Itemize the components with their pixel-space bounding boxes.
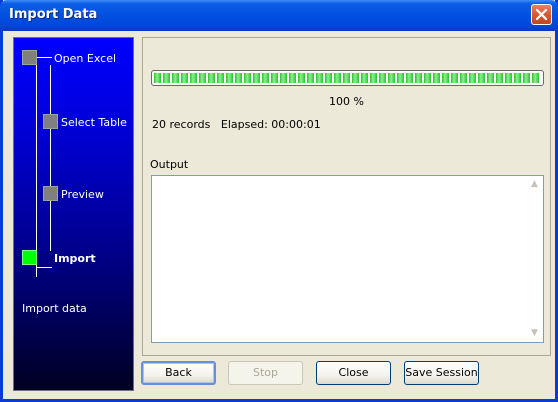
close-icon	[535, 8, 548, 21]
scroll-down-icon[interactable]: ▼	[528, 327, 541, 340]
elapsed-time: Elapsed: 00:00:01	[220, 118, 321, 131]
step-marker-open-excel	[22, 50, 37, 65]
import-progress-bar	[151, 70, 544, 86]
step-connector	[36, 267, 52, 268]
output-label: Output	[150, 158, 189, 171]
save-session-button[interactable]: Save Session	[404, 361, 479, 385]
window-title: Import Data	[9, 7, 98, 22]
back-button[interactable]: Back	[141, 361, 216, 385]
close-button[interactable]: Close	[316, 361, 391, 385]
import-content-panel: 100 % 20 records Elapsed: 00:00:01 Outpu…	[142, 37, 551, 356]
step-marker-preview	[43, 186, 58, 201]
output-scrollbar[interactable]: ▲ ▼	[526, 176, 543, 342]
output-textarea[interactable]: ▲ ▼	[151, 175, 544, 343]
step-marker-import	[22, 250, 37, 265]
progress-fill	[154, 73, 541, 83]
step-connector	[36, 57, 37, 277]
wizard-steps-panel: Open Excel Select Table Preview Import I…	[13, 37, 134, 391]
close-window-button[interactable]	[531, 4, 552, 25]
stop-button[interactable]: Stop	[228, 361, 303, 385]
step-connector	[50, 65, 51, 251]
title-bar[interactable]: Import Data	[0, 0, 558, 31]
step-label-open-excel: Open Excel	[54, 52, 117, 65]
progress-percent: 100 %	[329, 95, 364, 108]
scroll-up-icon[interactable]: ▲	[528, 178, 541, 191]
step-connector	[36, 57, 52, 58]
step-label-import: Import	[54, 252, 96, 265]
step-description: Import data	[22, 302, 87, 315]
records-count: 20 records	[152, 118, 211, 131]
step-label-select-table: Select Table	[61, 116, 127, 129]
import-data-window: Import Data Open Excel Select Table Prev…	[0, 0, 558, 402]
records-status: 20 records Elapsed: 00:00:01	[152, 118, 321, 131]
step-label-preview: Preview	[61, 188, 104, 201]
step-marker-select-table	[43, 114, 58, 129]
